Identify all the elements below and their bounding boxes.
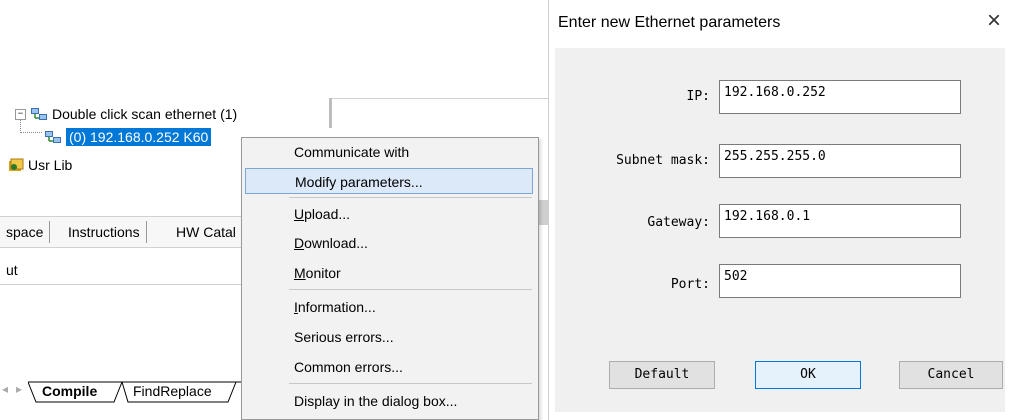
collapse-icon[interactable]: − <box>15 108 26 120</box>
port-field[interactable]: 502 <box>719 264 961 298</box>
tab-findreplace[interactable]: FindReplace <box>133 383 212 399</box>
tab-hw-catalog[interactable]: HW Catal <box>170 221 242 243</box>
menu-item-information[interactable]: Information... <box>245 294 533 320</box>
menu-item-common-errors[interactable]: Common errors... <box>245 354 533 380</box>
menu-item-upload[interactable]: Upload... <box>245 201 533 227</box>
menu-item-monitor[interactable]: Monitor <box>245 260 533 286</box>
library-icon <box>8 158 24 172</box>
subnet-field[interactable]: 255.255.255.0 <box>719 144 961 178</box>
mnemonic: M <box>294 265 306 281</box>
menu-item-label: Information... <box>294 294 376 320</box>
menu-item-label: Display in the dialog box... <box>294 393 458 409</box>
tab-compile[interactable]: Compile <box>42 383 97 399</box>
close-icon[interactable]: × <box>987 8 1001 34</box>
menu-item-label: Monitor <box>294 260 341 286</box>
gateway-field[interactable]: 192.168.0.1 <box>719 204 961 238</box>
menu-item-label: Serious errors... <box>294 329 394 345</box>
ip-field[interactable]: 192.168.0.252 <box>719 80 961 114</box>
ok-button[interactable]: OK <box>755 361 861 389</box>
tree-item-usr-lib[interactable]: Usr Lib <box>8 157 72 173</box>
menu-item-rest: nformation... <box>297 299 376 315</box>
network-icon <box>30 107 48 121</box>
ethernet-parameters-dialog: Enter new Ethernet parameters × IP: 192.… <box>548 0 1012 420</box>
tree-connector <box>20 132 42 133</box>
menu-separator <box>289 197 532 198</box>
menu-item-communicate[interactable]: Communicate with <box>245 139 533 165</box>
menu-item-serious-errors[interactable]: Serious errors... <box>245 324 533 350</box>
menu-item-label: Common errors... <box>294 359 403 375</box>
splitter[interactable] <box>329 98 332 128</box>
menu-item-rest: ownload... <box>304 235 368 251</box>
cancel-button[interactable]: Cancel <box>899 361 1003 389</box>
menu-item-label: Modify parameters... <box>295 174 423 190</box>
menu-item-label: Upload... <box>294 201 350 227</box>
pane-border <box>332 98 548 99</box>
menu-item-display-dialog[interactable]: Display in the dialog box... <box>245 388 533 414</box>
output-header-label: ut <box>6 262 18 278</box>
scroll-right-icon[interactable]: ▸ <box>16 382 22 396</box>
mnemonic: D <box>294 235 305 251</box>
tree-item-label: (0) 192.168.0.252 K60 <box>66 128 212 146</box>
tree-item-label: Usr Lib <box>28 157 73 173</box>
tab-instructions[interactable]: Instructions <box>62 221 147 243</box>
gateway-label: Gateway: <box>647 215 710 230</box>
network-icon <box>44 130 62 144</box>
mnemonic: U <box>294 206 305 222</box>
menu-item-download[interactable]: Download... <box>245 230 533 256</box>
menu-item-rest: onitor <box>305 265 341 281</box>
scroll-left-icon[interactable]: ◂ <box>2 382 8 396</box>
menu-item-label: Communicate with <box>294 144 410 160</box>
default-button[interactable]: Default <box>609 361 715 389</box>
dialog-body: IP: 192.168.0.252 Subnet mask: 255.255.2… <box>555 48 1005 412</box>
port-label: Port: <box>670 277 710 292</box>
menu-separator <box>289 289 532 290</box>
subnet-label: Subnet mask: <box>616 153 710 168</box>
menu-separator <box>289 383 532 384</box>
dialog-title: Enter new Ethernet parameters <box>558 14 781 31</box>
context-menu: Communicate with Modify parameters... Up… <box>241 137 539 420</box>
menu-item-rest: pload... <box>304 206 351 222</box>
menu-item-label: Download... <box>294 230 368 256</box>
ip-label: IP: <box>686 89 710 104</box>
tab-workspace[interactable]: space <box>0 221 51 243</box>
tree-item-device[interactable]: (0) 192.168.0.252 K60 <box>44 128 212 146</box>
menu-item-modify-parameters[interactable]: Modify parameters... <box>245 168 533 194</box>
tree-item-label: Double click scan ethernet (1) <box>52 106 238 122</box>
tree-item-scan-ethernet[interactable]: − Double click scan ethernet (1) <box>15 106 237 122</box>
